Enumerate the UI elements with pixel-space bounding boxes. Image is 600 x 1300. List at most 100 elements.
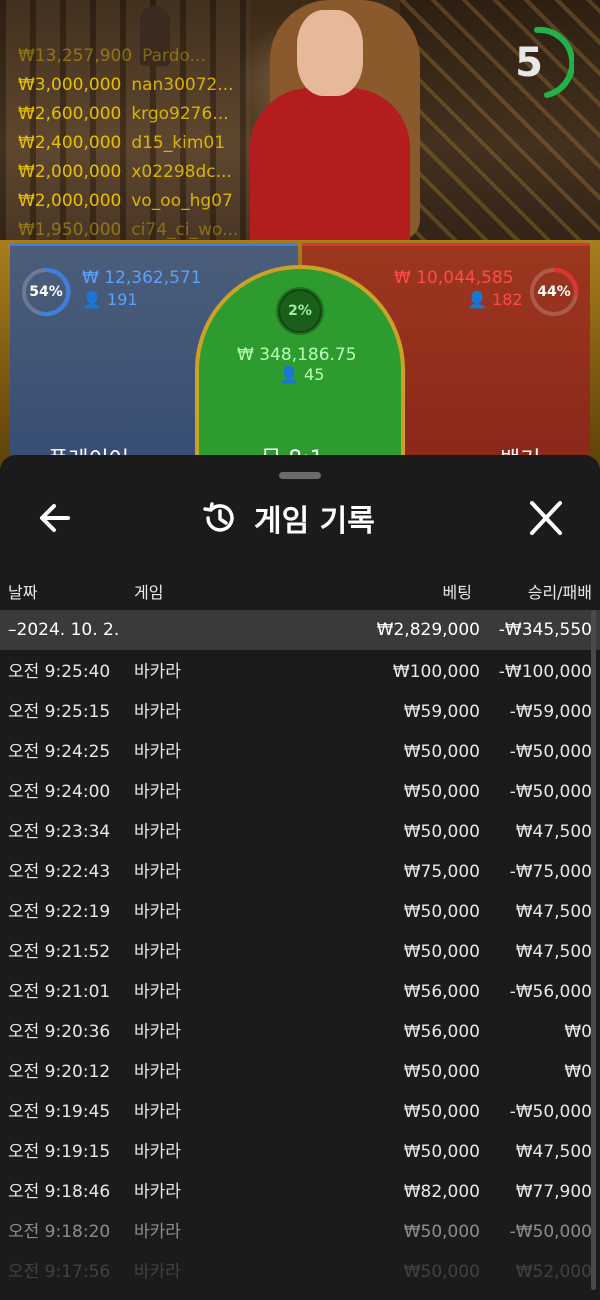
row-game: 바카라 (134, 1222, 181, 1242)
live-game-view: ₩13,257,900 Pardo... ₩3,000,000 nan30072..… (0, 0, 600, 480)
date-group-bet: ₩2,829,000 (376, 620, 480, 640)
row-winloss: -₩50,000 (509, 742, 592, 762)
row-time: 오전 9:20:36 (8, 1022, 111, 1042)
winners-ticker: ₩13,257,900 Pardo... ₩3,000,000 nan30072..… (18, 42, 238, 245)
column-header-bet: 베팅 (442, 583, 472, 602)
history-icon (203, 502, 234, 532)
column-header-game: 게임 (134, 583, 164, 602)
row-time: 오전 9:21:52 (8, 942, 111, 962)
player-count: 191 (107, 290, 138, 309)
row-bet: ₩50,000 (403, 1102, 480, 1122)
row-winloss: -₩59,000 (509, 702, 592, 722)
history-row[interactable]: 오전 9:19:15 바카라 ₩50,000 ₩47,500 (0, 1132, 600, 1172)
ticker-amount: ₩3,000,000 (18, 75, 122, 95)
row-winloss: ₩77,900 (515, 1182, 592, 1202)
row-time: 오전 9:18:46 (8, 1182, 111, 1202)
close-button[interactable] (522, 498, 570, 538)
row-winloss: -₩100,000 (498, 662, 592, 682)
player-pct-ring: 54% (20, 266, 72, 318)
history-row[interactable]: 오전 9:18:46 바카라 ₩82,000 ₩77,900 (0, 1172, 600, 1212)
ticker-row: ₩1,950,000 ci74_ci_wo... (18, 216, 238, 245)
user-icon: 👤 (279, 365, 299, 384)
banker-pct: 44% (537, 284, 571, 300)
user-icon: 👤 (82, 290, 102, 309)
ticker-amount: ₩2,000,000 (18, 191, 122, 211)
scrollbar[interactable] (591, 610, 596, 1290)
row-game: 바카라 (134, 702, 181, 722)
row-time: 오전 9:22:43 (8, 862, 111, 882)
history-row[interactable]: 오전 9:22:19 바카라 ₩50,000 ₩47,500 (0, 892, 600, 932)
tie-pct-ring: 2% (274, 285, 326, 337)
row-winloss: ₩0 (564, 1062, 592, 1082)
row-game: 바카라 (134, 1062, 181, 1082)
row-game: 바카라 (134, 822, 181, 842)
row-game: 바카라 (134, 1262, 181, 1282)
ticker-row: ₩13,257,900 Pardo... (18, 42, 238, 71)
row-time: 오전 9:20:12 (8, 1062, 111, 1082)
history-row[interactable]: 오전 9:19:45 바카라 ₩50,000 -₩50,000 (0, 1092, 600, 1132)
row-winloss: ₩52,000 (515, 1262, 592, 1282)
history-row[interactable]: 오전 9:20:36 바카라 ₩56,000 ₩0 (0, 1012, 600, 1052)
row-winloss: -₩50,000 (509, 782, 592, 802)
row-game: 바카라 (134, 782, 181, 802)
history-row[interactable]: 오전 9:23:34 바카라 ₩50,000 ₩47,500 (0, 812, 600, 852)
row-bet: ₩50,000 (403, 1062, 480, 1082)
row-bet: ₩75,000 (403, 862, 480, 882)
back-button[interactable] (34, 498, 78, 538)
row-winloss: ₩47,500 (515, 822, 592, 842)
row-game: 바카라 (134, 862, 181, 882)
column-header-date: 날짜 (8, 583, 38, 602)
ticker-row: ₩2,400,000 d15_kim01 (18, 129, 238, 158)
ticker-name: krgo9276... (131, 104, 229, 124)
row-winloss: -₩50,000 (509, 1102, 592, 1122)
banker-count: 182 (492, 290, 523, 309)
ticker-row: ₩2,600,000 krgo9276... (18, 100, 238, 129)
ticker-name: Pardo... (142, 46, 206, 66)
row-bet: ₩50,000 (403, 1262, 480, 1282)
user-icon: 👤 (467, 290, 487, 309)
ticker-name: nan30072... (131, 75, 234, 95)
row-winloss: -₩56,000 (509, 982, 592, 1002)
row-bet: ₩50,000 (403, 782, 480, 802)
player-count-wrap: 👤 191 (82, 290, 138, 309)
countdown-timer: 5 (500, 26, 576, 100)
row-bet: ₩50,000 (403, 942, 480, 962)
row-time: 오전 9:25:40 (8, 662, 111, 682)
row-time: 오전 9:23:34 (8, 822, 111, 842)
history-row[interactable]: 오전 9:20:12 바카라 ₩50,000 ₩0 (0, 1052, 600, 1092)
player-amount: ₩ 12,362,571 (82, 268, 202, 288)
history-row[interactable]: 오전 9:24:25 바카라 ₩50,000 -₩50,000 (0, 732, 600, 772)
row-game: 바카라 (134, 742, 181, 762)
history-row[interactable]: 오전 9:24:00 바카라 ₩50,000 -₩50,000 (0, 772, 600, 812)
history-row[interactable]: 오전 9:17:56 바카라 ₩50,000 ₩52,000 (0, 1252, 600, 1292)
row-game: 바카라 (134, 902, 181, 922)
banker-count-wrap: 👤 182 (467, 290, 523, 309)
history-row[interactable]: 오전 9:25:40 바카라 ₩100,000 -₩100,000 (0, 652, 600, 692)
history-row[interactable]: 오전 9:25:15 바카라 ₩59,000 -₩59,000 (0, 692, 600, 732)
tie-pct: 2% (288, 303, 312, 319)
history-row[interactable]: 오전 9:21:52 바카라 ₩50,000 ₩47,500 (0, 932, 600, 972)
history-list: 오전 9:25:40 바카라 ₩100,000 -₩100,000 오전 9:25:1… (0, 652, 600, 1292)
row-time: 오전 9:19:45 (8, 1102, 111, 1122)
history-row[interactable]: 오전 9:18:20 바카라 ₩50,000 -₩50,000 (0, 1212, 600, 1252)
row-bet: ₩56,000 (403, 1022, 480, 1042)
banker-pct-ring: 44% (528, 266, 580, 318)
row-time: 오전 9:19:15 (8, 1142, 111, 1162)
ticker-name: vo_oo_hg07 (131, 191, 233, 211)
row-game: 바카라 (134, 1182, 181, 1202)
ticker-name: ci74_ci_wo... (131, 220, 239, 240)
history-row[interactable]: 오전 9:22:43 바카라 ₩75,000 -₩75,000 (0, 852, 600, 892)
bet-area-tie[interactable]: 2% ₩ 348,186.75 👤 45 무 8:1 (195, 265, 405, 480)
sheet-drag-handle[interactable] (279, 472, 321, 479)
row-bet: ₩50,000 (403, 902, 480, 922)
history-row[interactable]: 오전 9:21:01 바카라 ₩56,000 -₩56,000 (0, 972, 600, 1012)
row-bet: ₩56,000 (403, 982, 480, 1002)
date-group-row[interactable]: –2024. 10. 2. ₩2,829,000 -₩345,550 (0, 610, 600, 650)
row-winloss: -₩75,000 (509, 862, 592, 882)
tie-count: 45 (304, 365, 325, 384)
ticker-row: ₩3,000,000 nan30072... (18, 71, 238, 100)
sheet-title: 게임 기록 (200, 495, 375, 541)
countdown-number: 5 (515, 40, 543, 86)
date-group-winloss: -₩345,550 (498, 620, 592, 640)
ticker-row: ₩2,000,000 x02298dc... (18, 158, 238, 187)
